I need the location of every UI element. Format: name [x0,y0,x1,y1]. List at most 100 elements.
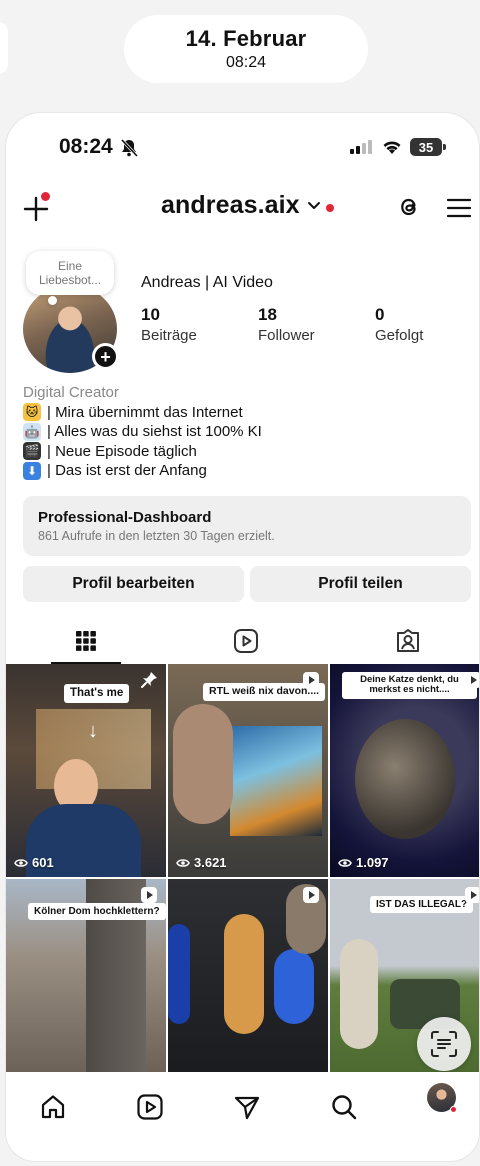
edit-profile-button[interactable]: Profil bearbeiten [23,566,244,602]
tile-tv-screen [230,726,322,836]
post-views-count: 1.097 [356,855,389,870]
wifi-icon [383,141,401,154]
nav-profile-notification-dot [450,1106,457,1113]
reel-icon [303,887,319,903]
tagged-person-icon [397,629,419,652]
tile-weight-plate-left [168,924,190,1024]
pin-icon [141,672,157,688]
post-caption: Kölner Dom hochklettern? [28,903,166,920]
account-switcher-username[interactable]: andreas.aix [161,191,300,220]
dashboard-subtitle: 861 Aufrufe in den letzten 30 Tagen erzi… [38,529,275,543]
bio-line: 🎬 | Neue Episode täglich [23,442,262,462]
stat-posts-count: 10 [141,305,160,324]
tab-tagged[interactable] [373,618,443,664]
post-tile[interactable]: Deine Katze denkt, du merkst es nicht...… [330,664,479,877]
bio-line-text: | Mira übernimmt das Internet [47,403,243,421]
tile-weight-plate-right [274,949,314,1024]
reels-icon [137,1094,163,1120]
stat-followers[interactable]: 18 Follower [258,305,315,344]
nav-reels[interactable] [135,1092,165,1122]
reels-icon [234,629,258,653]
cat-emoji-icon: 🐱 [23,403,41,422]
nav-search[interactable] [329,1092,359,1122]
tile-cat [355,719,455,839]
left-edge-tab [0,22,8,74]
bio-line-text: | Neue Episode täglich [47,442,197,460]
bio-line-text: | Das ist erst der Anfang [47,462,207,479]
post-views-count: 601 [32,855,54,870]
eye-icon [338,858,352,867]
stat-followers-label: Follower [258,327,315,344]
stat-posts-label: Beiträge [141,327,197,344]
create-notification-dot [41,192,50,201]
add-story-button[interactable]: + [92,343,119,370]
note-bubble-tail [48,296,57,305]
profile-note-bubble[interactable]: Eine Liebesbot... [26,251,114,305]
battery-indicator: 35 [410,138,446,156]
nav-messages[interactable] [232,1092,262,1122]
dashboard-title: Professional-Dashboard [38,509,212,526]
down-arrow-emoji-icon: ⬇ [23,461,41,480]
visual-lookup-button[interactable] [417,1017,471,1071]
lockscreen-time: 08:24 [225,54,267,71]
stat-followers-count: 18 [258,305,277,324]
tab-reels[interactable] [211,618,281,664]
stat-following[interactable]: 0 Gefolgt [375,305,423,344]
post-caption: That's me [64,684,130,703]
reel-icon [303,672,319,688]
tile-person [340,939,378,1049]
post-tile[interactable] [168,879,328,1072]
tile-cat-lifting [224,914,264,1034]
post-views: 1.097 [338,855,389,870]
tile-person-body [173,704,233,824]
status-bar: 08:24 35 [6,135,479,161]
bio-category: Digital Creator [23,384,119,401]
send-icon [234,1096,260,1120]
post-caption: IST DAS ILLEGAL? [370,896,474,913]
home-icon [41,1095,65,1119]
post-tile[interactable]: RTL weiß nix davon.... 3.621 [168,664,328,877]
status-time: 08:24 [59,135,113,158]
stat-posts[interactable]: 10 Beiträge [141,305,197,344]
clapper-emoji-icon: 🎬 [23,442,41,461]
search-icon [332,1095,357,1120]
bio: Digital Creator 🐱 | Mira übernimmt das I… [23,383,262,481]
eye-icon [176,858,190,867]
bio-line-text: | Alles was du siehst ist 100% KI [47,423,262,440]
reel-icon [465,887,479,903]
post-views-count: 3.621 [194,855,227,870]
profile-tabs [6,618,479,666]
reel-icon [141,887,157,903]
reel-icon [465,672,479,688]
threads-icon[interactable] [396,194,422,220]
bio-line: ⬇ | Das ist erst der Anfang [23,461,262,481]
chevron-down-icon[interactable] [307,201,321,211]
bio-line: 🐱 | Mira übernimmt das Internet [23,403,262,423]
lockscreen-date-pill: 14. Februar 08:24 [124,15,368,83]
display-name: Andreas | AI Video [141,274,273,291]
lockscreen-date: 14. Februar [185,26,307,51]
post-caption: Deine Katze denkt, du merkst es nicht...… [342,672,477,699]
bell-muted-icon [120,138,139,158]
profile-note-text: Eine Liebesbot... [38,259,102,287]
post-views: 601 [14,855,54,870]
grid-icon [76,631,96,651]
share-profile-button[interactable]: Profil teilen [250,566,471,602]
nav-home[interactable] [38,1092,68,1122]
post-tile[interactable]: That's me ↓ 601 [6,664,166,877]
arrow-down-icon: ↓ [88,720,98,742]
eye-icon [14,858,28,867]
bottom-navigation [6,1072,479,1142]
cell-signal-icon [350,140,372,154]
bio-line: 🤖 | Alles was du siehst ist 100% KI [23,422,262,442]
tab-posts-grid[interactable] [51,618,121,664]
post-tile[interactable]: Kölner Dom hochklettern? [6,879,166,1072]
professional-dashboard[interactable]: Professional-Dashboard 861 Aufrufe in de… [23,496,471,556]
post-views: 3.621 [176,855,227,870]
posts-grid: That's me ↓ 601 RTL weiß nix davon.... 3… [6,664,479,1072]
hamburger-menu-icon[interactable] [447,197,471,219]
robot-emoji-icon: 🤖 [23,422,41,441]
stat-following-label: Gefolgt [375,327,424,344]
stat-following-count: 0 [375,305,385,324]
account-notification-dot [326,204,334,212]
